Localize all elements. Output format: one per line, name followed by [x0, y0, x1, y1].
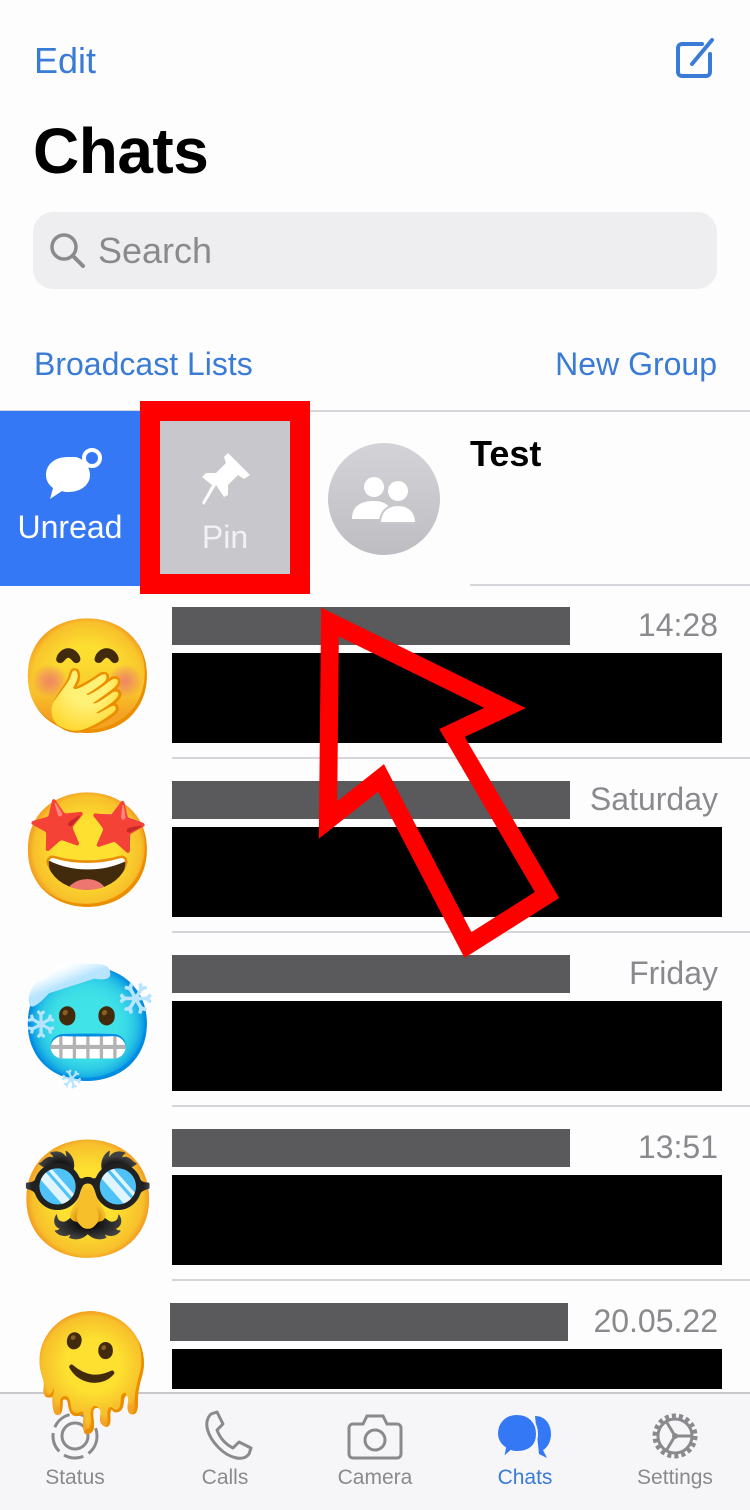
redacted-message [172, 653, 722, 743]
redacted-name [170, 1303, 568, 1341]
tab-camera[interactable]: Camera [300, 1394, 450, 1510]
avatar: 🥶 [18, 962, 158, 1087]
timestamp: Friday [629, 955, 718, 991]
redacted-name [172, 955, 570, 993]
unread-label: Unread [17, 509, 123, 545]
compose-button[interactable] [672, 34, 720, 82]
camera-icon [347, 1414, 403, 1460]
chat-name: Test [470, 433, 542, 474]
unread-icon [46, 448, 102, 499]
avatar: 🤭 [18, 614, 158, 739]
redacted-name [172, 781, 570, 819]
chat-row[interactable]: 🤩 Saturday [0, 759, 750, 933]
phone-icon [205, 1410, 253, 1460]
group-icon [352, 477, 418, 524]
chats-icon [495, 1412, 551, 1461]
timestamp: Saturday [589, 781, 718, 817]
redacted-message [172, 1175, 722, 1265]
timestamp: 13:51 [637, 1129, 718, 1165]
edit-button[interactable]: Edit [34, 40, 96, 82]
chat-row[interactable]: 🤭 14:28 [0, 585, 750, 759]
new-group-link[interactable]: New Group [555, 346, 717, 383]
pin-action-button[interactable]: Pin [140, 401, 310, 594]
gear-icon [652, 1413, 698, 1459]
timestamp: 14:28 [637, 607, 718, 643]
tab-label: Calls [201, 1466, 249, 1489]
tab-label: Chats [497, 1466, 553, 1489]
tab-label: Status [45, 1466, 105, 1489]
swiped-chat-row[interactable]: Unread Pin Test [0, 401, 750, 594]
tab-calls[interactable]: Calls [150, 1394, 300, 1510]
tab-chats[interactable]: Chats [450, 1394, 600, 1510]
unread-action-button[interactable]: Unread [0, 411, 140, 586]
compose-icon [676, 38, 714, 78]
page-title: Chats [33, 115, 209, 187]
broadcast-lists-link[interactable]: Broadcast Lists [34, 346, 253, 383]
tab-label: Settings [637, 1466, 713, 1489]
search-icon [50, 233, 85, 268]
avatar: 🫠 [22, 1310, 162, 1435]
chat-row[interactable]: 🥸 13:51 [0, 1107, 750, 1281]
avatar: 🥸 [18, 1136, 158, 1261]
tab-label: Camera [337, 1466, 413, 1489]
redacted-name [172, 1129, 570, 1167]
redacted-message [172, 827, 722, 917]
group-avatar [328, 443, 440, 555]
avatar: 🤩 [18, 788, 158, 913]
search-input[interactable]: Search [33, 212, 717, 289]
pin-icon [202, 453, 250, 505]
chat-row[interactable]: 🥶 Friday [0, 933, 750, 1107]
timestamp: 20.05.22 [593, 1303, 718, 1339]
redacted-name [172, 607, 570, 645]
tab-settings[interactable]: Settings [600, 1394, 750, 1510]
redacted-message [172, 1349, 722, 1389]
pin-label: Pin [201, 519, 249, 555]
search-placeholder: Search [98, 230, 213, 271]
redacted-message [172, 1001, 722, 1091]
